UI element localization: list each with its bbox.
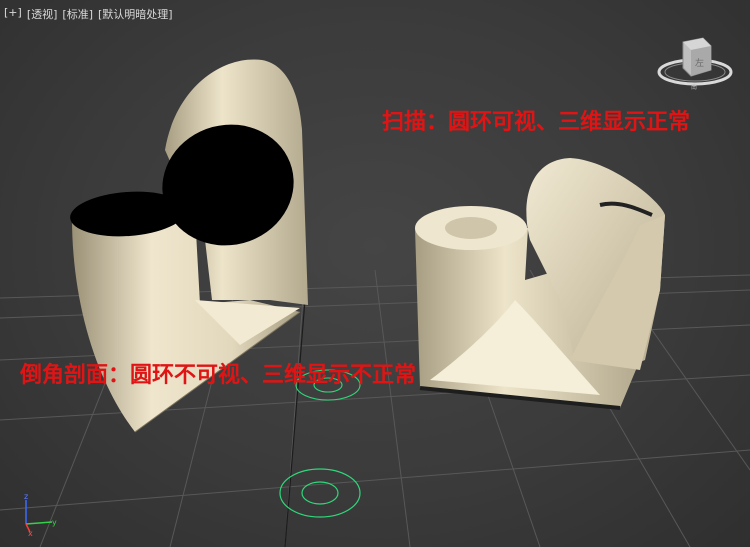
viewport-scene[interactable] [0, 0, 750, 547]
bevel-profile-annotation: 倒角剖面：圆环不可视、三维显示不正常 [20, 363, 417, 388]
axis-gizmo-icon: z x y [24, 492, 57, 536]
axis-x-label: x [28, 529, 33, 536]
circle-shape-near[interactable] [279, 468, 361, 518]
ground-grid-axis [284, 299, 306, 547]
viewcube-compass-label: 南 [691, 83, 697, 91]
viewport-shading-menu[interactable]: [默认明暗处理] [98, 6, 173, 22]
viewport-label-menu[interactable]: [+] [透视] [标准] [默认明暗处理] [4, 6, 173, 22]
viewport-plus-menu[interactable]: [+] [4, 6, 22, 22]
axis-y-label: y [52, 518, 57, 527]
viewcube-face-label: 左 [695, 57, 704, 69]
viewport-view-menu[interactable]: [透视] [27, 6, 58, 22]
axis-z-label: z [24, 492, 28, 501]
3d-viewport[interactable]: [+] [透视] [标准] [默认明暗处理] 扫描：圆环可视、三维显示正常 倒角… [0, 0, 750, 547]
sweep-annotation: 扫描：圆环可视、三维显示正常 [382, 110, 691, 135]
sweep-object[interactable] [415, 158, 665, 410]
viewcube-icon[interactable]: 左 南 [655, 34, 735, 94]
viewport-standard-menu[interactable]: [标准] [62, 6, 93, 22]
